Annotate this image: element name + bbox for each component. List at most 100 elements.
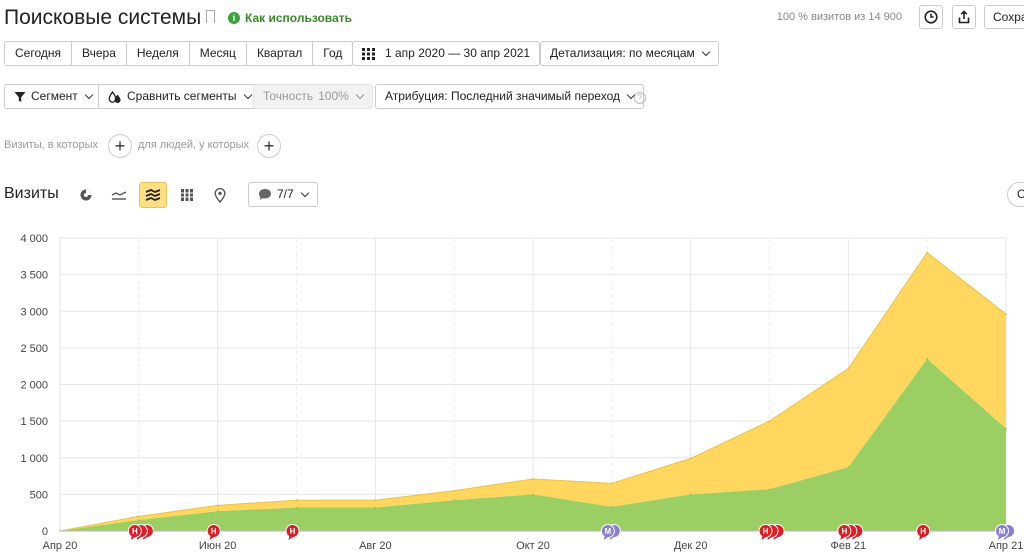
data-point-yellow [532, 478, 534, 480]
x-tick-label: Окт 20 [516, 540, 550, 552]
comment-icon [259, 189, 271, 200]
clock-icon [924, 10, 938, 24]
annotations-dropdown[interactable]: 7/7 [248, 182, 318, 207]
y-tick-label: 3 500 [20, 270, 48, 282]
data-point-green [768, 488, 771, 491]
segment-dropdown[interactable]: Сегмент [4, 84, 102, 109]
add-visit-condition-button[interactable]: + [108, 134, 132, 158]
save-report-button[interactable]: Сохра [984, 5, 1024, 29]
chevron-down-icon [243, 90, 252, 99]
y-tick-label: 2 500 [20, 343, 48, 355]
detail-dropdown[interactable]: Детализация: по месяцам [540, 41, 719, 66]
plus-icon: + [263, 136, 275, 156]
data-point-yellow [216, 504, 219, 507]
x-tick-label: Апр 20 [43, 540, 78, 552]
compare-segments-dropdown[interactable]: Сравнить сегменты [98, 84, 261, 109]
accuracy-dropdown[interactable]: Точность 100% [253, 84, 373, 109]
compare-segments-label: Сравнить сегменты [127, 89, 237, 103]
how-to-use-label: Как использовать [245, 11, 352, 25]
data-point-green [295, 506, 298, 509]
chart-type-map[interactable] [206, 182, 234, 208]
bar-chart-icon [180, 189, 194, 201]
x-tick-label: Дек 20 [674, 540, 708, 552]
history-button[interactable] [919, 5, 943, 29]
chart-type-line[interactable] [105, 182, 133, 208]
data-point-green [216, 510, 219, 513]
pie-chart-icon [80, 189, 92, 201]
annotation-marker-label: Н [290, 527, 296, 536]
chart-type-bar[interactable] [173, 182, 201, 208]
annotation-marker-label: М [999, 527, 1006, 536]
data-point-green [847, 466, 850, 469]
data-point-green [689, 493, 692, 496]
data-point-yellow [453, 489, 455, 492]
data-point-yellow [768, 420, 771, 422]
annotation-marker-label: Н [211, 527, 217, 536]
attribution-dropdown[interactable]: Атрибуция: Последний значимый переход [375, 84, 644, 109]
chart-type-stacked-area[interactable] [139, 182, 167, 208]
x-tick-label: Июн 20 [199, 540, 237, 552]
data-point-yellow [611, 482, 613, 485]
segment-label: Сегмент [31, 89, 78, 103]
date-range-picker[interactable]: 1 апр 2020 — 30 апр 2021 [352, 41, 541, 66]
y-tick-label: 1 500 [20, 416, 48, 428]
data-point-yellow [295, 499, 298, 502]
period-year[interactable]: Год [313, 42, 352, 65]
visits-condition-label: Визиты, в которых [4, 139, 98, 151]
annotation-marker-label: М [604, 527, 611, 536]
x-tick-label: Фев 21 [831, 540, 867, 552]
period-yesterday[interactable]: Вчера [72, 42, 127, 65]
question-icon[interactable]: ? [634, 92, 646, 104]
chevron-down-icon [84, 90, 94, 99]
detail-label: Детализация: по месяцам [550, 46, 695, 60]
period-quarter[interactable]: Квартал [247, 42, 314, 65]
data-point-yellow [1005, 313, 1007, 315]
accuracy-value: 100% [318, 89, 349, 103]
export-button[interactable] [952, 5, 976, 29]
add-people-condition-button[interactable]: + [257, 134, 281, 158]
data-point-green [532, 493, 534, 496]
visits-sample-info: 100 % визитов из 14 900 [776, 11, 902, 23]
data-point-yellow [847, 367, 850, 370]
chart-type-pie[interactable] [72, 182, 100, 208]
data-point-green [926, 358, 928, 360]
period-month[interactable]: Месяц [190, 42, 247, 65]
period-today[interactable]: Сегодня [5, 42, 72, 65]
data-point-yellow [926, 251, 928, 254]
data-point-yellow [138, 515, 140, 518]
annotation-marker-label: Н [841, 527, 847, 536]
y-tick-label: 4 000 [20, 233, 48, 245]
info-icon: i [228, 12, 240, 24]
annotation-marker-label: Н [132, 527, 138, 536]
data-point-yellow [374, 499, 377, 502]
data-point-green [453, 499, 455, 502]
chevron-down-icon [300, 188, 309, 197]
calendar-grid-icon [362, 47, 375, 60]
annotation-marker-label: Н [920, 527, 926, 536]
people-condition-label: для людей, у которых [138, 139, 249, 151]
data-point-yellow [689, 457, 692, 460]
period-week[interactable]: Неделя [127, 42, 190, 65]
stacked-area-icon [145, 189, 161, 201]
data-point-green [374, 506, 377, 509]
period-selector: Сегодня Вчера Неделя Месяц Квартал Год [4, 41, 354, 66]
annotation-marker-label: Н [763, 527, 769, 536]
share-icon [958, 10, 970, 24]
how-to-use-link[interactable]: i Как использовать [228, 11, 352, 25]
data-point-green [611, 506, 613, 508]
line-chart-icon [111, 191, 127, 200]
annotations-count: 7/7 [277, 187, 294, 201]
page-title: Поисковые системы [4, 6, 202, 29]
y-tick-label: 2 000 [20, 380, 48, 392]
section-title: Визиты [4, 185, 59, 202]
bookmark-icon[interactable] [206, 10, 215, 27]
plus-icon: + [114, 136, 126, 156]
chevron-down-icon [701, 47, 711, 56]
data-point-green [1005, 427, 1007, 430]
date-range-label: 1 апр 2020 — 30 апр 2021 [385, 46, 531, 60]
compare-drops-icon [108, 90, 121, 103]
y-tick-label: 3 000 [20, 306, 48, 318]
accuracy-label: Точность [263, 89, 314, 103]
x-tick-label: Апр 21 [989, 540, 1024, 552]
right-control-button[interactable]: С [1007, 182, 1024, 207]
